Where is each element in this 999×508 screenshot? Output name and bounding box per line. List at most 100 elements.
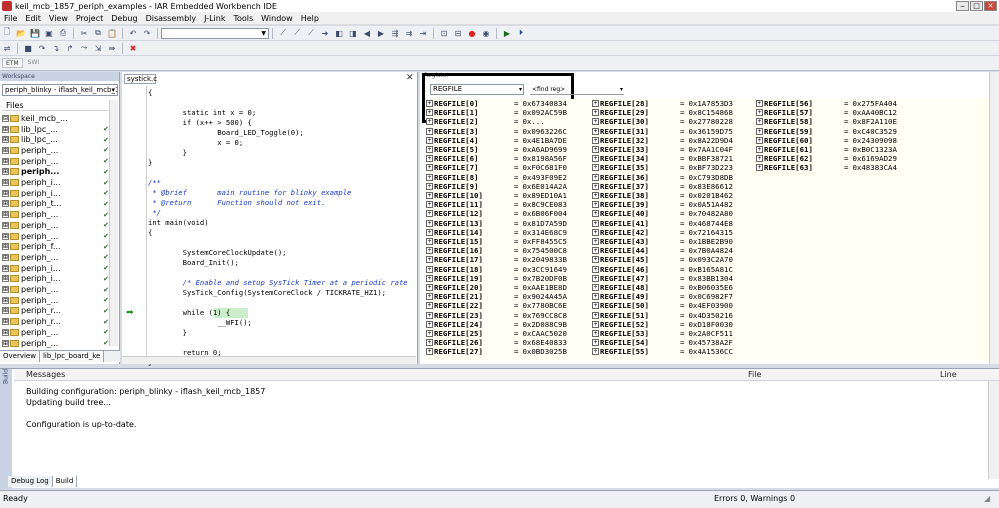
stop-build-icon[interactable]: ⇥: [417, 28, 429, 39]
register-group-select[interactable]: REGFILE ▾: [430, 84, 524, 95]
expand-register-icon[interactable]: +: [756, 100, 763, 108]
expander-icon[interactable]: ⊞: [2, 146, 9, 154]
code-line[interactable]: * @brief main routine for blinky example: [148, 188, 410, 198]
register-value[interactable]: 0x0A51A482: [688, 200, 764, 209]
register-row[interactable]: + REGFILE[41] = 0x468744E8: [592, 219, 764, 228]
register-row[interactable]: + REGFILE[59] = 0xC40C3529: [756, 127, 928, 136]
register-value[interactable]: 0x314E68C9: [522, 228, 598, 237]
tree-item[interactable]: ⊞ periph_i... ✔: [2, 274, 110, 285]
register-value[interactable]: 0xAA40BC12: [852, 108, 928, 117]
register-value[interactable]: 0x2D088C9B: [522, 320, 598, 329]
expander-icon[interactable]: ⊞: [2, 136, 9, 144]
code-line[interactable]: SysTick_Config(SystemCoreClock / TICKRAT…: [148, 288, 410, 298]
expander-icon[interactable]: ⊞: [2, 200, 9, 208]
register-row[interactable]: + REGFILE[48] = 0xB06035E6: [592, 283, 764, 292]
register-row[interactable]: + REGFILE[34] = 0xBBF38721: [592, 154, 764, 163]
register-row[interactable]: + REGFILE[58] = 0x8F2A110E: [756, 117, 928, 126]
expand-register-icon[interactable]: +: [592, 146, 599, 154]
save-icon[interactable]: 💾: [29, 28, 41, 39]
register-value[interactable]: 0x4A1536CC: [688, 347, 764, 356]
expand-register-icon[interactable]: +: [592, 118, 599, 126]
register-value[interactable]: 0x0963226C: [522, 127, 598, 136]
register-value[interactable]: 0xF0C681F0: [522, 163, 598, 172]
expander-icon[interactable]: ⊞: [2, 179, 9, 187]
expander-icon[interactable]: ⊞: [2, 296, 9, 304]
open-file-icon[interactable]: 📂: [15, 28, 27, 39]
register-row[interactable]: + REGFILE[8] = 0x493F09E2: [426, 173, 598, 182]
register-row[interactable]: + REGFILE[62] = 0x6169AD29: [756, 154, 928, 163]
register-value[interactable]: 0x72164315: [688, 228, 764, 237]
register-row[interactable]: + REGFILE[18] = 0x3CC91649: [426, 265, 598, 274]
make-icon[interactable]: ⇉: [403, 28, 415, 39]
code-line[interactable]: */: [148, 208, 410, 218]
expand-register-icon[interactable]: +: [592, 155, 599, 163]
register-row[interactable]: + REGFILE[28] = 0x1A7853D3: [592, 99, 764, 108]
expand-register-icon[interactable]: +: [426, 219, 433, 227]
expand-register-icon[interactable]: +: [426, 293, 433, 301]
register-value[interactable]: 0x4D350216: [688, 311, 764, 320]
register-value[interactable]: 0x3CC91649: [522, 265, 598, 274]
tree-item[interactable]: ⊞ periph_... ✔: [2, 231, 110, 242]
step-out-icon[interactable]: ↱: [64, 43, 76, 54]
register-row[interactable]: + REGFILE[43] = 0x1BBE2B90: [592, 237, 764, 246]
register-row[interactable]: + REGFILE[38] = 0x0201B462: [592, 191, 764, 200]
register-value[interactable]: 0x092AC59B: [522, 108, 598, 117]
tree-item[interactable]: ⊞ periph_... ✔: [2, 295, 110, 306]
expand-register-icon[interactable]: +: [592, 265, 599, 273]
expander-icon[interactable]: ⊞: [2, 221, 9, 229]
expand-register-icon[interactable]: +: [592, 320, 599, 328]
expand-register-icon[interactable]: +: [592, 109, 599, 117]
message-line[interactable]: Building configuration: periph_blinky - …: [26, 387, 265, 396]
register-row[interactable]: + REGFILE[31] = 0x36159D75: [592, 127, 764, 136]
register-value[interactable]: 0x7B0A4824: [688, 246, 764, 255]
break-icon[interactable]: ■: [22, 43, 34, 54]
tab-debug-log[interactable]: Debug Log: [8, 476, 53, 487]
register-value[interactable]: 0x1A7853D3: [688, 99, 764, 108]
run-to-cursor-icon[interactable]: ⇲: [92, 43, 104, 54]
register-row[interactable]: + REGFILE[27] = 0x0BD3025B: [426, 347, 598, 356]
register-value[interactable]: 0x8C9CE083: [522, 200, 598, 209]
stop-debug-icon[interactable]: ✖: [127, 43, 139, 54]
expand-register-icon[interactable]: +: [426, 109, 433, 117]
expand-register-icon[interactable]: +: [426, 100, 433, 108]
register-row[interactable]: + REGFILE[42] = 0x72164315: [592, 228, 764, 237]
register-row[interactable]: + REGFILE[11] = 0x8C9CE083: [426, 200, 598, 209]
expander-icon[interactable]: ⊞: [2, 211, 9, 219]
step-over-icon[interactable]: ↷: [36, 43, 48, 54]
register-row[interactable]: + REGFILE[19] = 0x7B20DF0B: [426, 274, 598, 283]
register-value[interactable]: 0x468744E8: [688, 219, 764, 228]
register-value[interactable]: 0x275FA404: [852, 99, 928, 108]
expand-register-icon[interactable]: +: [426, 339, 433, 347]
etm-tab[interactable]: ETM: [2, 58, 23, 68]
register-value[interactable]: 0xCAAC5020: [522, 329, 598, 338]
tree-item[interactable]: ⊞ periph_... ✔: [2, 220, 110, 231]
code-line[interactable]: [148, 168, 410, 178]
expand-register-icon[interactable]: +: [592, 228, 599, 236]
expand-register-icon[interactable]: +: [426, 127, 433, 135]
register-row[interactable]: + REGFILE[17] = 0x2049833B: [426, 255, 598, 264]
code-line[interactable]: [148, 338, 410, 348]
expand-register-icon[interactable]: +: [592, 173, 599, 181]
register-row[interactable]: + REGFILE[0] = 0x67340834: [426, 99, 598, 108]
code-line[interactable]: [148, 98, 410, 108]
register-row[interactable]: + REGFILE[61] = 0xB0C1323A: [756, 145, 928, 154]
tree-item[interactable]: ⊞ periph_t... ✔: [2, 199, 110, 210]
copy-icon[interactable]: ⧉: [92, 28, 104, 39]
expand-register-icon[interactable]: +: [426, 284, 433, 292]
tree-item[interactable]: ⊞ periph_i... ✔: [2, 188, 110, 199]
register-row[interactable]: + REGFILE[2] = 0x...: [426, 117, 598, 126]
register-value[interactable]: 0x83E86612: [688, 182, 764, 191]
register-value[interactable]: 0xC40C3529: [852, 127, 928, 136]
tree-item[interactable]: ⊞ periph... ✔: [2, 167, 110, 178]
debug-icon[interactable]: ◉: [480, 28, 492, 39]
find-combo[interactable]: ▼: [161, 27, 269, 39]
expand-register-icon[interactable]: +: [756, 136, 763, 144]
expand-register-icon[interactable]: +: [426, 136, 433, 144]
register-value[interactable]: 0x6E014A2A: [522, 182, 598, 191]
code-line[interactable]: {: [148, 228, 410, 238]
expand-register-icon[interactable]: +: [592, 127, 599, 135]
expand-register-icon[interactable]: +: [592, 238, 599, 246]
register-value[interactable]: 0x7780BC6E: [522, 301, 598, 310]
register-value[interactable]: 0x6B06F004: [522, 209, 598, 218]
messages-column-header[interactable]: Messages: [26, 370, 65, 379]
